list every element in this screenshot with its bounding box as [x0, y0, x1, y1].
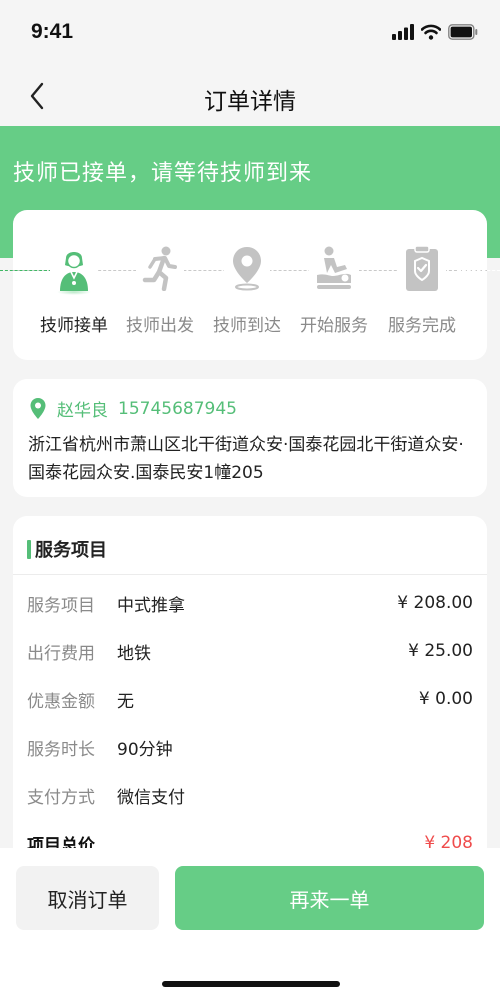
row-value: 90分钟 [117, 739, 173, 760]
service-row: 服务项目 中式推拿 ¥ 208.00 [27, 589, 473, 617]
address-text: 浙江省杭州市萧山区北干街道众安·国泰花园北干街道众安·国泰花园众安.国泰民安1幢… [28, 435, 464, 483]
row-price: ¥ 208.00 [397, 593, 473, 613]
row-label: 服务时长 [27, 739, 95, 760]
step-label: 技师到达 [213, 316, 281, 336]
page-title: 订单详情 [204, 89, 296, 115]
massage-icon [317, 246, 351, 289]
step-technician-accept: 技师接单 [31, 245, 117, 336]
status-time: 9:41 [31, 20, 74, 43]
row-label: 出行费用 [27, 643, 95, 664]
row-value: 微信支付 [117, 787, 185, 808]
status-icons [392, 24, 478, 40]
signal-icon [392, 24, 414, 40]
step-technician-depart: 技师出发 [117, 245, 203, 336]
section-accent-bar [27, 539, 31, 559]
row-label: 服务项目 [27, 595, 95, 616]
contact-phone[interactable]: 15745687945 [118, 399, 237, 419]
bottom-action-bar: 取消订单 再来一单 [0, 848, 500, 1000]
status-bar: 9:41 [0, 0, 500, 64]
discount-row: 优惠金额 无 ¥ 0.00 [27, 685, 473, 713]
step-label: 技师出发 [126, 316, 194, 336]
home-indicator [162, 981, 340, 987]
location-pin-icon [233, 247, 261, 291]
row-value: 无 [117, 691, 134, 712]
divider [13, 574, 487, 575]
address-card[interactable]: 赵华良 15745687945 浙江省杭州市萧山区北干街道众安·国泰花园北干街道… [13, 379, 487, 497]
row-value: 地铁 [117, 643, 151, 664]
location-icon [30, 397, 46, 419]
step-service-complete: 服务完成 [379, 245, 465, 336]
step-label: 技师接单 [40, 316, 108, 336]
wifi-icon [421, 24, 441, 40]
service-card: 服务项目 服务项目 中式推拿 ¥ 208.00 出行费用 地铁 ¥ 25.00 … [13, 516, 487, 876]
battery-icon [448, 24, 478, 40]
contact-name: 赵华良 [57, 401, 108, 421]
row-value: 中式推拿 [117, 595, 185, 616]
step-technician-arrive: 技师到达 [204, 245, 290, 336]
row-label: 优惠金额 [27, 691, 95, 712]
row-price: ¥ 0.00 [418, 689, 473, 709]
duration-row: 服务时长 90分钟 [27, 733, 473, 761]
row-label: 支付方式 [27, 787, 95, 808]
running-icon [142, 246, 177, 291]
cancel-order-button[interactable]: 取消订单 [16, 866, 159, 930]
banner-message: 技师已接单，请等待技师到来 [13, 161, 313, 186]
row-price: ¥ 25.00 [408, 641, 473, 661]
payment-method-row: 支付方式 微信支付 [27, 781, 473, 809]
service-header: 服务项目 [27, 536, 107, 562]
clipboard-check-icon [406, 245, 438, 291]
section-title: 服务项目 [35, 540, 107, 561]
progress-steps: 技师接单 技师出发 技师到达 开始服务 服务完成 [13, 245, 487, 345]
nav-bar: 订单详情 [0, 64, 500, 126]
step-label: 服务完成 [388, 316, 456, 336]
step-label: 开始服务 [300, 316, 368, 336]
reorder-button[interactable]: 再来一单 [175, 866, 484, 930]
step-start-service: 开始服务 [291, 245, 377, 336]
travel-fee-row: 出行费用 地铁 ¥ 25.00 [27, 637, 473, 665]
contact-row: 赵华良 15745687945 [29, 396, 237, 421]
technician-icon [57, 252, 91, 295]
